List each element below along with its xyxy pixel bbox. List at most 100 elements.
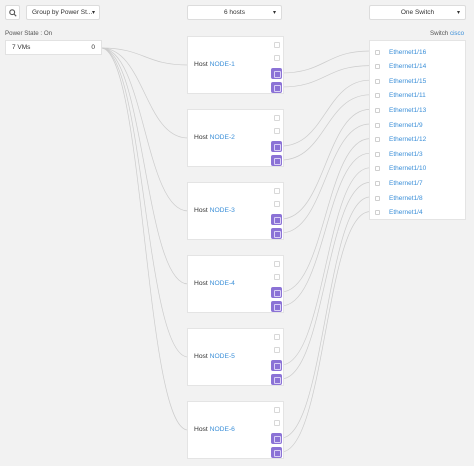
port-checkbox[interactable] xyxy=(375,210,380,216)
port-checkbox[interactable] xyxy=(375,122,380,128)
nic-icon[interactable] xyxy=(271,447,282,458)
switch-port-item[interactable]: Ethernet1/10 xyxy=(370,163,467,175)
host-name-link[interactable]: NODE-6 xyxy=(210,426,235,433)
port-checkbox[interactable] xyxy=(375,166,380,172)
host-label: Host NODE-2 xyxy=(194,134,235,141)
switch-title: Switch cisco xyxy=(430,30,464,37)
host-prefix: Host xyxy=(194,280,208,287)
connection-wire xyxy=(100,47,189,358)
port-checkbox[interactable] xyxy=(274,407,280,413)
switch-port-label: Ethernet1/12 xyxy=(389,136,427,144)
connection-wire xyxy=(280,182,371,380)
switch-port-item[interactable]: Ethernet1/15 xyxy=(370,75,467,87)
port-checkbox[interactable] xyxy=(274,261,280,267)
switch-port-item[interactable]: Ethernet1/14 xyxy=(370,61,467,73)
host-name-link[interactable]: NODE-3 xyxy=(210,207,235,214)
switch-port-label: Ethernet1/9 xyxy=(389,121,423,129)
switch-port-label: Ethernet1/15 xyxy=(389,77,427,85)
connection-wire xyxy=(100,47,189,212)
port-checkbox[interactable] xyxy=(274,347,280,353)
port-checkbox[interactable] xyxy=(375,78,380,84)
nic-icon[interactable] xyxy=(271,301,282,312)
nic-icon[interactable] xyxy=(271,228,282,239)
host-card[interactable]: Host NODE-2 xyxy=(187,109,284,167)
switch-port-label: Ethernet1/4 xyxy=(389,209,423,217)
switch-prefix: Switch xyxy=(430,30,449,37)
power-state-label: Power State : On xyxy=(5,30,53,37)
switch-port-label: Ethernet1/10 xyxy=(389,165,427,173)
host-name-link[interactable]: NODE-5 xyxy=(210,353,235,360)
nic-icon[interactable] xyxy=(271,287,282,298)
switch-port-item[interactable]: Ethernet1/11 xyxy=(370,90,467,102)
port-checkbox[interactable] xyxy=(375,195,380,201)
port-checkbox[interactable] xyxy=(375,93,380,99)
port-checkbox[interactable] xyxy=(274,188,280,194)
switch-port-item[interactable]: Ethernet1/13 xyxy=(370,104,467,116)
nic-icon[interactable] xyxy=(271,68,282,79)
vm-count-label: 7 VMs xyxy=(12,44,31,51)
vm-group-card[interactable]: 7 VMs 0 xyxy=(5,40,102,55)
switch-port-item[interactable]: Ethernet1/3 xyxy=(370,148,467,160)
port-checkbox[interactable] xyxy=(274,115,280,121)
connection-wire xyxy=(280,211,371,453)
port-checkbox[interactable] xyxy=(274,334,280,340)
connection-wire xyxy=(280,152,371,307)
port-checkbox[interactable] xyxy=(274,42,280,48)
switch-port-label: Ethernet1/13 xyxy=(389,106,427,114)
host-name-link[interactable]: NODE-1 xyxy=(210,61,235,68)
port-checkbox[interactable] xyxy=(375,137,380,143)
host-label: Host NODE-3 xyxy=(194,207,235,214)
switch-port-label: Ethernet1/3 xyxy=(389,150,423,158)
port-checkbox[interactable] xyxy=(375,49,380,55)
host-card[interactable]: Host NODE-3 xyxy=(187,182,284,240)
port-checkbox[interactable] xyxy=(274,128,280,134)
host-name-link[interactable]: NODE-2 xyxy=(210,134,235,141)
nic-icon[interactable] xyxy=(271,141,282,152)
host-card[interactable]: Host NODE-1 xyxy=(187,36,284,94)
nic-icon[interactable] xyxy=(271,82,282,93)
switch-port-label: Ethernet1/16 xyxy=(389,48,427,56)
switch-port-item[interactable]: Ethernet1/8 xyxy=(370,192,467,204)
switch-port-item[interactable]: Ethernet1/9 xyxy=(370,119,467,131)
host-label: Host NODE-5 xyxy=(194,353,235,360)
nic-icon[interactable] xyxy=(271,374,282,385)
port-checkbox[interactable] xyxy=(274,420,280,426)
switch-port-item[interactable]: Ethernet1/7 xyxy=(370,177,467,189)
switch-port-item[interactable]: Ethernet1/12 xyxy=(370,134,467,146)
connection-wire xyxy=(280,167,371,366)
nic-icon[interactable] xyxy=(271,155,282,166)
switch-port-label: Ethernet1/8 xyxy=(389,194,423,202)
switch-port-label: Ethernet1/7 xyxy=(389,179,423,187)
host-prefix: Host xyxy=(194,353,208,360)
vm-badge-count: 0 xyxy=(91,44,95,51)
connection-wire xyxy=(100,47,189,285)
port-checkbox[interactable] xyxy=(375,151,380,157)
port-checkbox[interactable] xyxy=(274,274,280,280)
host-card[interactable]: Host NODE-5 xyxy=(187,328,284,386)
port-checkbox[interactable] xyxy=(375,107,380,113)
nic-icon[interactable] xyxy=(271,214,282,225)
switch-brand: cisco xyxy=(449,30,465,37)
port-checkbox[interactable] xyxy=(375,180,380,186)
host-prefix: Host xyxy=(194,207,208,214)
nic-icon[interactable] xyxy=(271,360,282,371)
switch-card: Ethernet1/16 Ethernet1/14 Ethernet1/15 E… xyxy=(369,40,466,220)
switch-port-item[interactable]: Ethernet1/4 xyxy=(370,207,467,219)
host-label: Host NODE-1 xyxy=(194,61,235,68)
connection-wire xyxy=(280,123,371,234)
port-checkbox[interactable] xyxy=(274,55,280,61)
host-prefix: Host xyxy=(194,426,208,433)
host-name-link[interactable]: NODE-4 xyxy=(210,280,235,287)
connection-wire xyxy=(100,47,189,431)
host-prefix: Host xyxy=(194,134,208,141)
host-card[interactable]: Host NODE-6 xyxy=(187,401,284,459)
port-checkbox[interactable] xyxy=(274,201,280,207)
host-card[interactable]: Host NODE-4 xyxy=(187,255,284,313)
connection-wire xyxy=(280,94,371,161)
connection-wire xyxy=(280,65,371,88)
host-label: Host NODE-4 xyxy=(194,280,235,287)
nic-icon[interactable] xyxy=(271,433,282,444)
host-label: Host NODE-6 xyxy=(194,426,235,433)
switch-port-item[interactable]: Ethernet1/16 xyxy=(370,46,467,58)
port-checkbox[interactable] xyxy=(375,64,380,70)
